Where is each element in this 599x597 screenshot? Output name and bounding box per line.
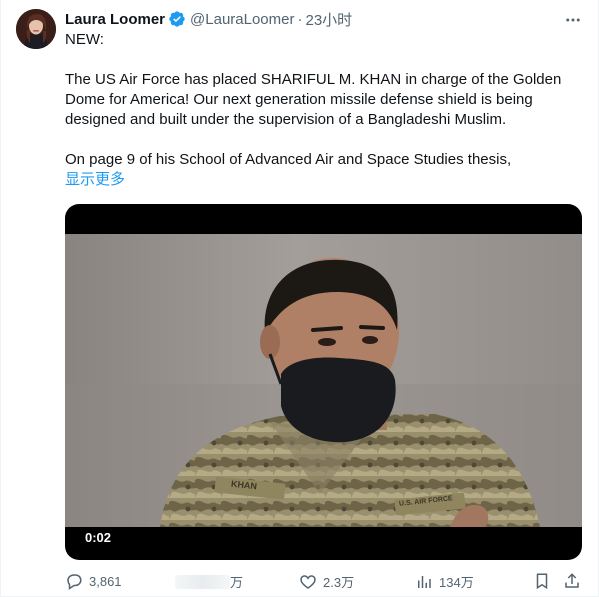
like-count: 2.3万	[323, 575, 355, 590]
author-handle[interactable]: @LauraLoomer	[190, 11, 294, 28]
bookmark-button[interactable]	[533, 572, 557, 590]
separator-dot: ·	[297, 10, 303, 28]
profile-photo-icon	[16, 9, 56, 49]
tweet-action-bar: 3,861 万 2.3万 134万	[65, 572, 583, 592]
video-frame: KHAN U.S. AIR FORCE	[65, 234, 582, 527]
views-button[interactable]: 134万	[415, 572, 474, 591]
timestamp[interactable]: 23小时	[305, 9, 352, 30]
reply-count: 3,861	[89, 573, 122, 589]
video-elapsed-time: 0:02	[85, 530, 112, 545]
tweet-text: NEW: The US Air Force has placed SHARIFU…	[65, 30, 575, 190]
avatar[interactable]	[16, 9, 56, 49]
author-name[interactable]: Laura Loomer	[65, 11, 165, 28]
verified-badge-icon	[168, 10, 186, 28]
tweet-paragraph-thesis: On page 9 of his School of Advanced Air …	[65, 151, 512, 168]
repost-button[interactable]: 万	[175, 572, 243, 591]
more-options-icon[interactable]	[563, 10, 583, 30]
like-button[interactable]: 2.3万	[299, 572, 354, 591]
heart-icon	[300, 574, 316, 589]
bookmark-icon	[536, 573, 548, 590]
reply-icon	[67, 574, 82, 590]
frame-left-border	[0, 0, 1, 597]
repost-count-suffix: 万	[230, 575, 244, 590]
views-chart-icon	[418, 575, 431, 588]
share-button[interactable]	[563, 572, 587, 590]
video-player[interactable]: KHAN U.S. AIR FORCE 0:02	[65, 204, 582, 560]
tweet-header: Laura Loomer @LauraLoomer · 23小时	[65, 9, 352, 29]
reply-button[interactable]: 3,861	[65, 572, 122, 590]
tweet-paragraph: The US Air Force has placed SHARIFUL M. …	[65, 71, 562, 128]
view-count: 134万	[439, 575, 474, 590]
tweet-line-new: NEW:	[65, 31, 104, 48]
repost-count-redacted	[175, 574, 230, 589]
share-icon	[565, 573, 579, 588]
show-more-link[interactable]: 显示更多	[65, 170, 125, 190]
video-thumbnail-soldier	[65, 234, 582, 527]
